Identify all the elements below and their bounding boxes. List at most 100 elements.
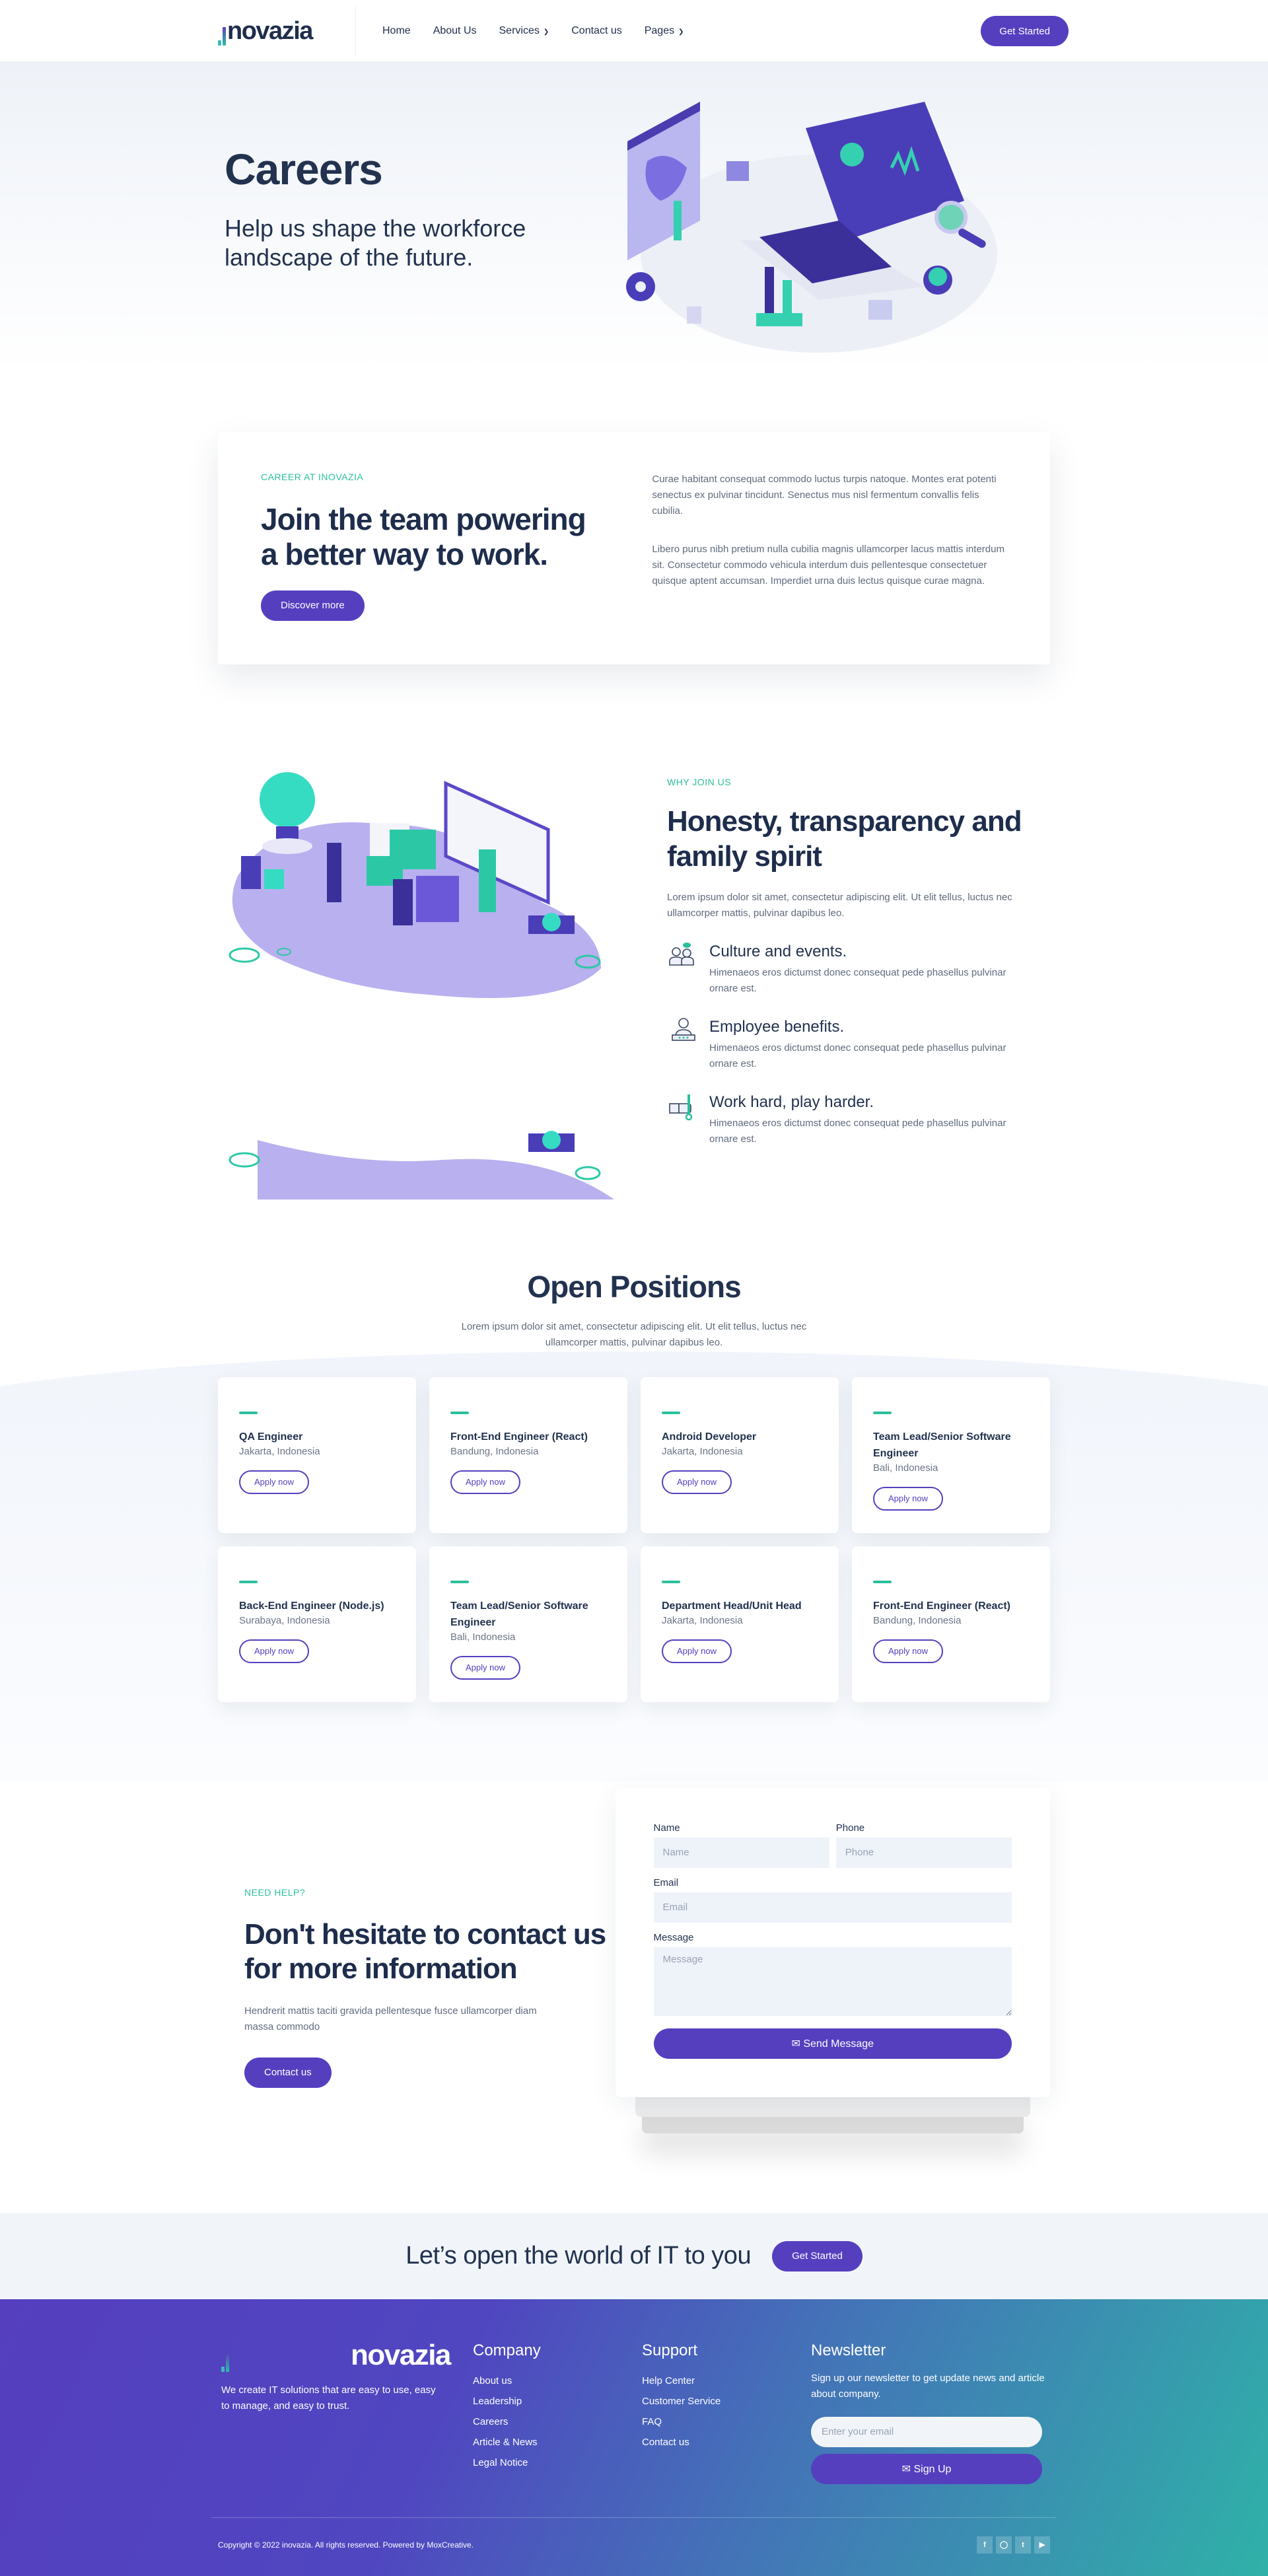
facebook-icon[interactable]: f <box>977 2536 993 2554</box>
job-card: Team Lead/Senior Software Engineer Bali, … <box>429 1546 627 1702</box>
footer-link-about-us[interactable]: About us <box>473 2371 642 2391</box>
footer-link-article-news[interactable]: Article & News <box>473 2432 642 2452</box>
newsletter: Newsletter Sign up our newsletter to get… <box>811 2339 1045 2484</box>
footer-link-faq[interactable]: FAQ <box>642 2412 811 2432</box>
hero-illustration <box>626 102 997 353</box>
job-grid: QA Engineer Jakarta, Indonesia Apply now F… <box>218 1377 1050 1702</box>
contact-section: NEED HELP? Don't hesitate to contact us … <box>0 1787 1268 2176</box>
envelope-icon: ✉ <box>791 2038 800 2050</box>
apply-now-button[interactable]: Apply now <box>239 1470 309 1494</box>
footer-brand-name: novazia <box>351 2338 451 2371</box>
apply-now-button[interactable]: Apply now <box>450 1655 520 1680</box>
name-input[interactable] <box>653 1837 829 1868</box>
accent-dash <box>662 1411 680 1414</box>
logo-mark-icon <box>218 26 226 46</box>
footer-link-contact-us[interactable]: Contact us <box>642 2432 811 2452</box>
message-textarea[interactable] <box>653 1947 1012 2016</box>
job-card: Department Head/Unit Head Jakarta, Indone… <box>641 1546 839 1702</box>
career-title: Join the team powering a better way to w… <box>261 502 586 571</box>
nav-label: Home <box>382 25 411 36</box>
career-paragraph: Curae habitant consequat commodo luctus … <box>652 474 997 517</box>
instagram-icon[interactable]: ◯ <box>996 2536 1012 2554</box>
footer-link-careers[interactable]: Careers <box>473 2412 642 2432</box>
accent-dash <box>873 1580 892 1583</box>
discover-more-button[interactable]: Discover more <box>261 590 365 621</box>
brand-logo[interactable]: novazia <box>218 17 347 46</box>
footer-logo[interactable]: novazia <box>221 2339 473 2372</box>
accent-dash <box>239 1411 258 1414</box>
apply-now-button[interactable]: Apply now <box>450 1470 520 1494</box>
nav-item-contact-us[interactable]: Contact us <box>571 25 621 37</box>
youtube-icon[interactable]: ▶ <box>1034 2536 1050 2554</box>
apply-now-button[interactable]: Apply now <box>873 1486 943 1511</box>
positions-description: Lorem ipsum dolor sit amet, consectetur … <box>461 1320 807 1348</box>
phone-input[interactable] <box>835 1837 1012 1868</box>
job-card: Team Lead/Senior Software Engineer Bali, … <box>852 1377 1050 1533</box>
nav-item-about-us[interactable]: About Us <box>433 25 477 37</box>
why-title: Honesty, transparency and family spirit <box>667 805 1022 873</box>
footer-link-legal-notice[interactable]: Legal Notice <box>473 2452 642 2473</box>
twitter-icon[interactable]: t <box>1015 2536 1031 2554</box>
apply-now-button[interactable]: Apply now <box>662 1639 732 1663</box>
top-navbar: novazia Home About Us Services ❯ Contact … <box>0 0 1268 62</box>
chevron-down-icon: ❯ <box>543 28 549 36</box>
footer-link-leadership[interactable]: Leadership <box>473 2391 642 2412</box>
get-started-button[interactable]: Get Started <box>981 16 1069 46</box>
accent-dash <box>873 1411 892 1414</box>
email-input[interactable] <box>653 1892 1012 1923</box>
apply-now-button[interactable]: Apply now <box>239 1639 309 1663</box>
phone-label: Phone <box>835 1822 865 1834</box>
job-title: Back-End Engineer (Node.js) <box>239 1600 384 1612</box>
sign-up-label: Sign Up <box>913 2463 952 2475</box>
positions-title: Open Positions <box>527 1269 741 1304</box>
feature-item: Work hard, play harder. Himenaeos eros d… <box>667 1091 1037 1147</box>
job-location: Bandung, Indonesia <box>873 1614 962 1626</box>
feature-title: Work hard, play harder. <box>709 1093 874 1112</box>
nav-item-home[interactable]: Home <box>382 25 411 37</box>
logo-mark-icon <box>221 2352 229 2372</box>
employee-badge-icon <box>672 1018 695 1042</box>
sign-up-button[interactable]: ✉ Sign Up <box>811 2453 1042 2484</box>
envelope-icon: ✉ <box>901 2463 911 2475</box>
contact-eyebrow: NEED HELP? <box>244 1886 306 1898</box>
footer-link-help-center[interactable]: Help Center <box>642 2371 811 2391</box>
cta-get-started-button[interactable]: Get Started <box>772 2240 863 2272</box>
footer-column-title: Company <box>473 2341 541 2359</box>
message-label: Message <box>653 1931 694 1943</box>
footer-link-customer-service[interactable]: Customer Service <box>642 2391 811 2412</box>
job-title: QA Engineer <box>239 1431 303 1443</box>
job-card: Front-End Engineer (React) Bandung, Indon… <box>852 1546 1050 1702</box>
apply-now-button[interactable]: Apply now <box>873 1639 943 1663</box>
team-chat-icon <box>669 943 694 966</box>
newsletter-text: Sign up our newsletter to get update new… <box>811 2372 1045 2400</box>
nav-label: Contact us <box>571 25 622 36</box>
social-links: f ◯ t ▶ <box>977 2536 1050 2554</box>
job-title: Team Lead/Senior Software Engineer <box>873 1431 1011 1459</box>
footer-tagline: We create IT solutions that are easy to … <box>221 2384 436 2412</box>
job-title: Team Lead/Senior Software Engineer <box>450 1600 588 1628</box>
nav-label: Services <box>499 25 540 36</box>
job-location: Jakarta, Indonesia <box>662 1614 743 1626</box>
email-label: Email <box>653 1877 679 1888</box>
nav-item-services[interactable]: Services ❯ <box>499 25 549 37</box>
job-title: Front-End Engineer (React) <box>450 1431 588 1443</box>
contact-us-button[interactable]: Contact us <box>244 2057 332 2088</box>
footer: novazia We create IT solutions that are … <box>0 2299 1268 2576</box>
send-message-button[interactable]: ✉ Send Message <box>653 2028 1012 2059</box>
job-title: Department Head/Unit Head <box>662 1600 802 1612</box>
job-location: Jakarta, Indonesia <box>662 1445 743 1457</box>
newsletter-email-input[interactable] <box>811 2416 1042 2447</box>
accent-dash <box>239 1580 258 1583</box>
job-title: Front-End Engineer (React) <box>873 1600 1011 1612</box>
teamwork-illustration <box>229 771 614 1199</box>
career-eyebrow: CAREER AT INOVAZIA <box>261 472 364 482</box>
newsletter-title: Newsletter <box>811 2341 886 2359</box>
job-title: Android Developer <box>662 1431 757 1443</box>
contact-form: Name Phone Email Message ✉ Send Me <box>615 1787 1050 2097</box>
apply-now-button[interactable]: Apply now <box>662 1470 732 1494</box>
footer-divider <box>211 2517 1057 2518</box>
job-card: QA Engineer Jakarta, Indonesia Apply now <box>218 1377 416 1533</box>
job-location: Bandung, Indonesia <box>450 1445 539 1457</box>
nav-item-pages[interactable]: Pages ❯ <box>645 25 684 37</box>
contact-title: Don't hesitate to contact us for more in… <box>244 1917 606 1985</box>
